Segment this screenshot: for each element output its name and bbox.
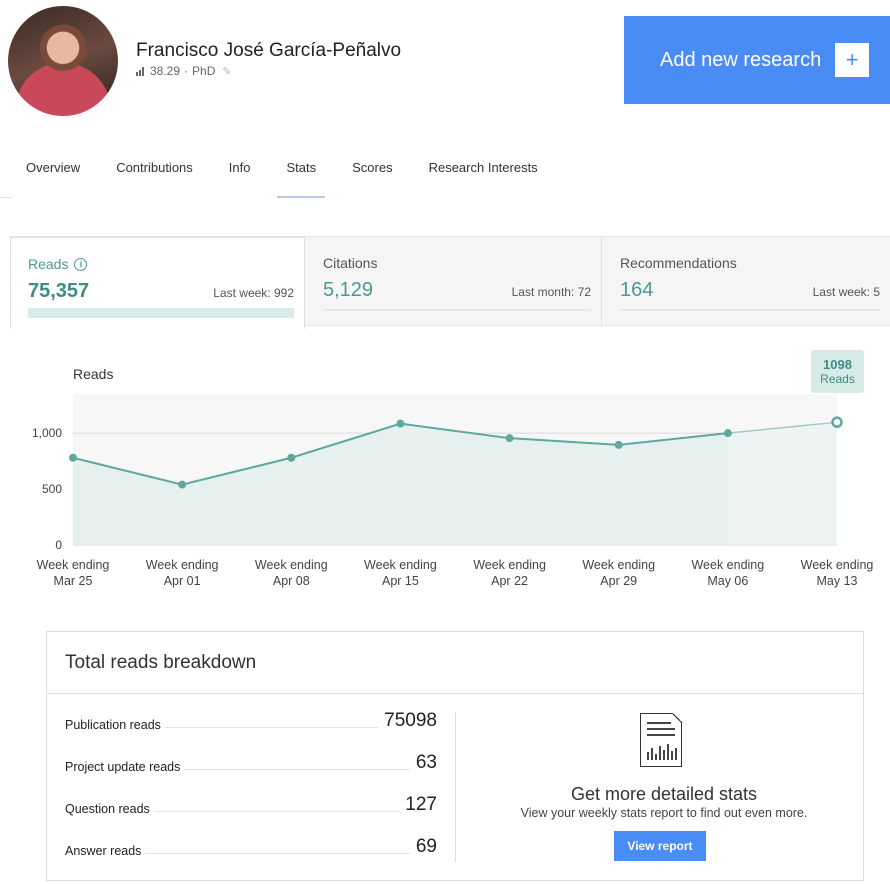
add-new-research-label: Add new research <box>660 48 822 71</box>
stat-card-sub: Last week: 992 <box>213 286 294 300</box>
tab-scores[interactable]: Scores <box>352 160 392 198</box>
x-tick-label: Apr 15 <box>382 574 419 588</box>
stat-card-value: 164 <box>620 279 654 301</box>
tab-overview[interactable]: Overview <box>26 160 80 198</box>
breakdown-value: 75098 <box>384 710 437 731</box>
promo-subtitle: View your weekly stats report to find ou… <box>520 806 808 820</box>
stat-cards: Reads i 75,357 Last week: 992 Citations … <box>10 236 890 329</box>
x-tick-label: Apr 08 <box>273 574 310 588</box>
leader-line <box>145 853 410 854</box>
y-tick-label: 500 <box>42 482 62 496</box>
reads-area-current <box>727 422 837 545</box>
breakdown-value: 69 <box>415 836 437 857</box>
reads-chart[interactable]: 1,000 500 0 Week ending Mar 25 Week ending Apr… <box>0 380 890 600</box>
stat-card-sub: Last month: 72 <box>511 285 591 299</box>
plus-icon: + <box>835 43 870 77</box>
edit-pencil-icon[interactable]: ✎ <box>222 65 231 78</box>
y-tick-label: 1,000 <box>32 426 62 440</box>
breakdown-row: Answer reads 69 <box>65 836 437 858</box>
stat-card-value: 5,129 <box>323 279 374 301</box>
data-point <box>178 480 187 489</box>
report-icon <box>640 712 683 767</box>
stat-card-progress <box>28 308 294 318</box>
tooltip-value: 1098 <box>823 357 852 372</box>
data-point <box>505 434 514 443</box>
breakdown-label: Answer reads <box>65 844 146 858</box>
x-tick-label: Week ending <box>801 558 874 572</box>
breakdown-label: Question reads <box>65 802 154 816</box>
tab-research-interests[interactable]: Research Interests <box>429 160 538 198</box>
info-icon[interactable]: i <box>74 257 88 271</box>
profile-tabs: Overview Contributions Info Stats Scores… <box>26 160 574 198</box>
breakdown-label: Publication reads <box>65 718 165 732</box>
stat-card-progress <box>620 309 880 311</box>
y-tick-label: 0 <box>55 538 62 552</box>
add-new-research-button[interactable]: Add new research + <box>624 16 890 104</box>
profile-meta: 38.29 · PhD ✎ <box>136 64 232 78</box>
stat-card-progress <box>323 309 591 311</box>
x-tick-label: Week ending <box>691 558 764 572</box>
breakdown-divider <box>455 712 456 862</box>
stat-card-recommendations[interactable]: Recommendations 164 Last week: 5 <box>603 237 890 327</box>
x-tick-label: Week ending <box>146 558 219 572</box>
reads-breakdown-panel: Total reads breakdown Publication reads … <box>46 631 864 881</box>
score-bars-icon <box>136 66 144 76</box>
stat-card-value: 75,357 <box>28 280 90 302</box>
view-report-button[interactable]: View report <box>614 831 706 861</box>
breakdown-label: Project update reads <box>65 760 185 774</box>
x-tick-label: Week ending <box>364 558 437 572</box>
x-tick-label: Apr 29 <box>600 574 637 588</box>
x-tick-label: Week ending <box>473 558 546 572</box>
promo-title: Get more detailed stats <box>570 784 758 804</box>
stat-card-reads[interactable]: Reads i 75,357 Last week: 992 <box>10 237 305 329</box>
stat-card-label: Reads i <box>28 256 88 272</box>
data-point <box>396 419 405 428</box>
breakdown-title: Total reads breakdown <box>47 632 863 694</box>
breakdown-value: 63 <box>415 752 437 773</box>
breakdown-row: Question reads 127 <box>65 794 437 816</box>
breakdown-row: Project update reads 63 <box>65 752 437 774</box>
tab-info[interactable]: Info <box>229 160 251 198</box>
x-tick-label: May 06 <box>707 574 748 588</box>
leader-line <box>153 811 400 812</box>
x-tick-label: May 13 <box>817 574 858 588</box>
breakdown-row: Publication reads 75098 <box>65 710 437 732</box>
stat-card-label: Citations <box>323 255 378 271</box>
tab-divider <box>0 197 12 198</box>
stat-card-label: Recommendations <box>620 255 737 271</box>
x-tick-label: Week ending <box>255 558 328 572</box>
profile-degree: PhD <box>192 64 216 78</box>
x-tick-label: Mar 25 <box>54 574 93 588</box>
x-tick-label: Apr 22 <box>491 574 528 588</box>
meta-separator: · <box>184 64 189 78</box>
avatar[interactable] <box>8 6 118 116</box>
data-point <box>69 453 77 462</box>
breakdown-value: 127 <box>405 794 437 815</box>
stat-card-citations[interactable]: Citations 5,129 Last month: 72 <box>306 237 602 327</box>
reads-label: Reads <box>28 256 69 272</box>
tab-contributions[interactable]: Contributions <box>116 160 193 198</box>
profile-score: 38.29 <box>150 64 181 78</box>
data-point <box>287 453 296 462</box>
x-tick-label: Week ending <box>582 558 655 572</box>
x-tick-label: Week ending <box>37 558 110 572</box>
x-tick-label: Apr 01 <box>164 574 201 588</box>
profile-name[interactable]: Francisco José García-Peñalvo <box>136 40 401 62</box>
data-point <box>723 429 732 438</box>
data-point-current <box>831 416 843 428</box>
leader-line <box>184 769 410 770</box>
leader-line <box>164 727 379 728</box>
data-point <box>614 440 623 449</box>
stat-card-sub: Last week: 5 <box>812 285 880 299</box>
tab-stats[interactable]: Stats <box>277 160 325 198</box>
